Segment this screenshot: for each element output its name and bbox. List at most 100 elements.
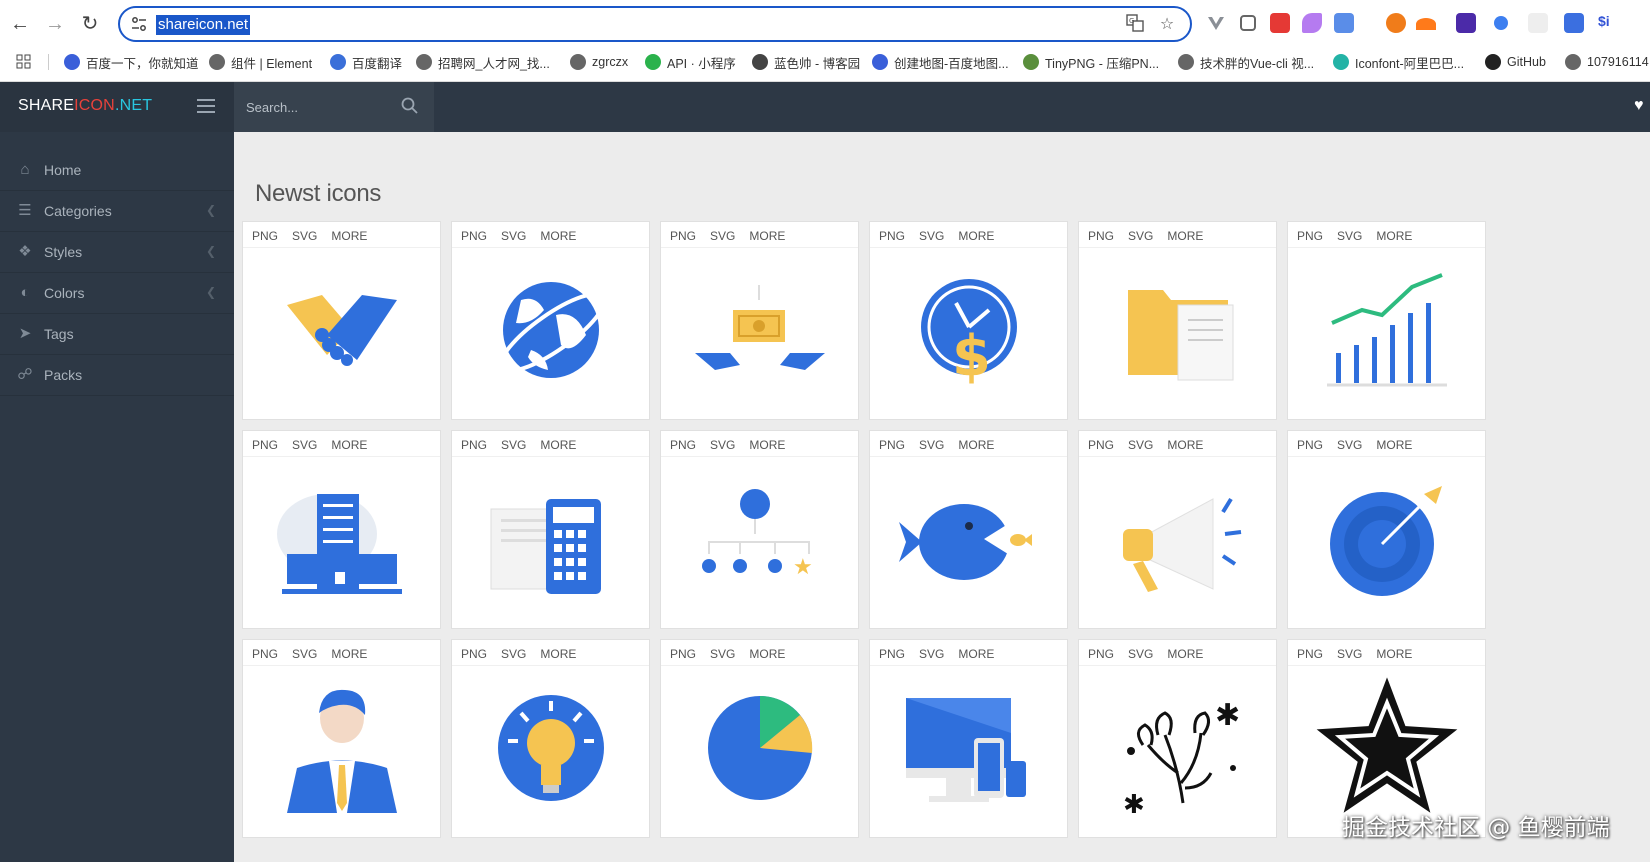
target-icon[interactable] xyxy=(1312,464,1462,614)
more-link[interactable]: MORE xyxy=(749,229,785,243)
star-icon[interactable] xyxy=(1312,673,1462,823)
svg-link[interactable]: SVG xyxy=(919,647,944,661)
png-link[interactable]: PNG xyxy=(879,229,905,243)
more-link[interactable]: MORE xyxy=(331,438,367,452)
more-link[interactable]: MORE xyxy=(540,229,576,243)
growth-chart-icon[interactable] xyxy=(1312,255,1462,405)
extension-feather-icon[interactable] xyxy=(1302,13,1322,33)
url-text[interactable]: shareicon.net xyxy=(156,15,251,35)
extension-cloud-icon[interactable] xyxy=(1416,18,1436,30)
extension-dot-icon[interactable] xyxy=(1494,16,1508,30)
icon-card[interactable]: PNG SVG MORE xyxy=(869,430,1068,629)
png-link[interactable]: PNG xyxy=(670,229,696,243)
more-link[interactable]: MORE xyxy=(1376,229,1412,243)
svg-link[interactable]: SVG xyxy=(501,647,526,661)
png-link[interactable]: PNG xyxy=(1297,647,1323,661)
svg-link[interactable]: SVG xyxy=(501,229,526,243)
bookmark-item[interactable]: API · 小程序 xyxy=(645,50,736,74)
extension-copy-icon[interactable] xyxy=(1240,15,1256,31)
sidebar-item-styles[interactable]: ❖ Styles ❮ xyxy=(0,232,234,273)
png-link[interactable]: PNG xyxy=(1088,229,1114,243)
png-link[interactable]: PNG xyxy=(670,438,696,452)
icon-card[interactable]: PNG SVG MORE ✱ ✱ xyxy=(1078,639,1277,838)
apps-grid-icon[interactable] xyxy=(16,50,32,74)
extension-orange-icon[interactable] xyxy=(1386,13,1406,33)
megaphone-icon[interactable] xyxy=(1103,464,1253,614)
more-link[interactable]: MORE xyxy=(958,647,994,661)
icon-card[interactable]: PNG SVG MORE xyxy=(1078,430,1277,629)
png-link[interactable]: PNG xyxy=(879,647,905,661)
extension-blue-icon[interactable] xyxy=(1564,13,1584,33)
icon-card[interactable]: PNG SVG MORE xyxy=(660,639,859,838)
svg-link[interactable]: SVG xyxy=(919,229,944,243)
png-link[interactable]: PNG xyxy=(461,647,487,661)
icon-card[interactable]: PNG SVG MORE xyxy=(242,221,441,420)
pie-chart-icon[interactable] xyxy=(685,673,835,823)
more-link[interactable]: MORE xyxy=(1376,647,1412,661)
bookmark-item[interactable]: 107916114 xyxy=(1565,50,1649,74)
translate-icon[interactable]: G xyxy=(1124,14,1146,36)
bookmark-item[interactable]: 百度翻译 xyxy=(330,50,402,74)
hierarchy-icon[interactable]: ★ xyxy=(685,464,835,614)
site-info-icon[interactable] xyxy=(130,15,148,33)
icon-card[interactable]: PNG SVG MORE ★ xyxy=(660,430,859,629)
sidebar-item-home[interactable]: ⌂ Home xyxy=(0,150,234,191)
sidebar-item-packs[interactable]: ☍ Packs xyxy=(0,355,234,396)
png-link[interactable]: PNG xyxy=(461,438,487,452)
calculator-papers-icon[interactable] xyxy=(476,464,626,614)
png-link[interactable]: PNG xyxy=(1088,438,1114,452)
hamburger-menu-icon[interactable] xyxy=(197,99,215,113)
icon-card[interactable]: PNG SVG MORE xyxy=(451,221,650,420)
more-link[interactable]: MORE xyxy=(540,647,576,661)
more-link[interactable]: MORE xyxy=(540,438,576,452)
handshake-icon[interactable] xyxy=(267,255,417,405)
office-building-icon[interactable] xyxy=(267,464,417,614)
icon-card[interactable]: PNG SVG MORE xyxy=(660,221,859,420)
png-link[interactable]: PNG xyxy=(1297,438,1323,452)
more-link[interactable]: MORE xyxy=(1167,647,1203,661)
bookmark-item[interactable]: 招聘网_人才网_找... xyxy=(416,50,550,74)
icon-card[interactable]: PNG SVG MORE xyxy=(1287,430,1486,629)
more-link[interactable]: MORE xyxy=(1167,438,1203,452)
bookmark-item[interactable]: 技术胖的Vue-cli 视... xyxy=(1178,50,1314,74)
forward-icon[interactable]: → xyxy=(41,10,69,38)
icon-card[interactable]: PNG SVG MORE xyxy=(1287,221,1486,420)
more-link[interactable]: MORE xyxy=(331,647,367,661)
businessman-icon[interactable] xyxy=(267,673,417,823)
bookmark-item[interactable]: Iconfont-阿里巴巴... xyxy=(1333,50,1464,74)
more-link[interactable]: MORE xyxy=(958,229,994,243)
png-link[interactable]: PNG xyxy=(252,647,278,661)
more-link[interactable]: MORE xyxy=(749,647,785,661)
search-icon[interactable] xyxy=(400,96,420,116)
svg-link[interactable]: SVG xyxy=(1337,229,1362,243)
png-link[interactable]: PNG xyxy=(1297,229,1323,243)
svg-link[interactable]: SVG xyxy=(1337,438,1362,452)
svg-link[interactable]: SVG xyxy=(1337,647,1362,661)
address-bar[interactable]: shareicon.net G ☆ xyxy=(118,6,1192,42)
icon-card[interactable]: PNG SVG MORE xyxy=(451,430,650,629)
more-link[interactable]: MORE xyxy=(958,438,994,452)
svg-link[interactable]: SVG xyxy=(292,647,317,661)
png-link[interactable]: PNG xyxy=(670,647,696,661)
sidebar-item-categories[interactable]: ☰ Categories ❮ xyxy=(0,191,234,232)
sidebar-item-tags[interactable]: ➤ Tags xyxy=(0,314,234,355)
bookmark-item[interactable]: 组件 | Element xyxy=(209,50,312,74)
back-icon[interactable]: ← xyxy=(6,10,34,38)
icon-card[interactable]: PNG SVG MORE xyxy=(242,639,441,838)
png-link[interactable]: PNG xyxy=(252,229,278,243)
more-link[interactable]: MORE xyxy=(749,438,785,452)
bookmark-item[interactable]: zgrczx xyxy=(570,50,628,74)
extension-blank-icon[interactable] xyxy=(1528,13,1548,33)
icon-card[interactable]: PNG SVG MORE xyxy=(242,430,441,629)
extension-si-icon[interactable]: $i xyxy=(1598,13,1618,33)
svg-link[interactable]: SVG xyxy=(919,438,944,452)
extension-vue-icon[interactable] xyxy=(1206,13,1226,33)
site-logo[interactable]: SHAREICON.NET xyxy=(18,97,152,115)
more-link[interactable]: MORE xyxy=(1376,438,1412,452)
folder-documents-icon[interactable] xyxy=(1103,255,1253,405)
search-input[interactable] xyxy=(246,96,396,118)
clock-dollar-icon[interactable]: $ xyxy=(894,255,1044,405)
globe-icon[interactable] xyxy=(476,255,626,405)
money-hands-icon[interactable] xyxy=(685,255,835,405)
extension-translate-icon[interactable] xyxy=(1334,13,1354,33)
